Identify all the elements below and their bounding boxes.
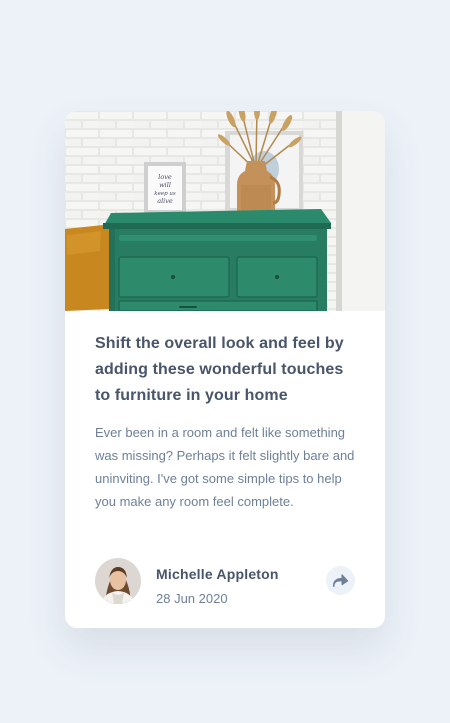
share-button[interactable] (326, 566, 355, 595)
share-icon (333, 574, 348, 587)
hero-image: love will keep us alive (65, 111, 385, 311)
post-date: 28 Jun 2020 (156, 591, 228, 606)
svg-text:alive: alive (157, 197, 173, 205)
article-card: love will keep us alive Shift the overal… (65, 111, 385, 628)
article-excerpt: Ever been in a room and felt like someth… (95, 425, 355, 509)
svg-text:love: love (158, 173, 172, 181)
svg-text:will: will (159, 181, 171, 189)
avatar (95, 558, 141, 604)
article-title: Shift the overall look and feel by addin… (95, 335, 344, 404)
author-name: Michelle Appleton (156, 566, 279, 582)
